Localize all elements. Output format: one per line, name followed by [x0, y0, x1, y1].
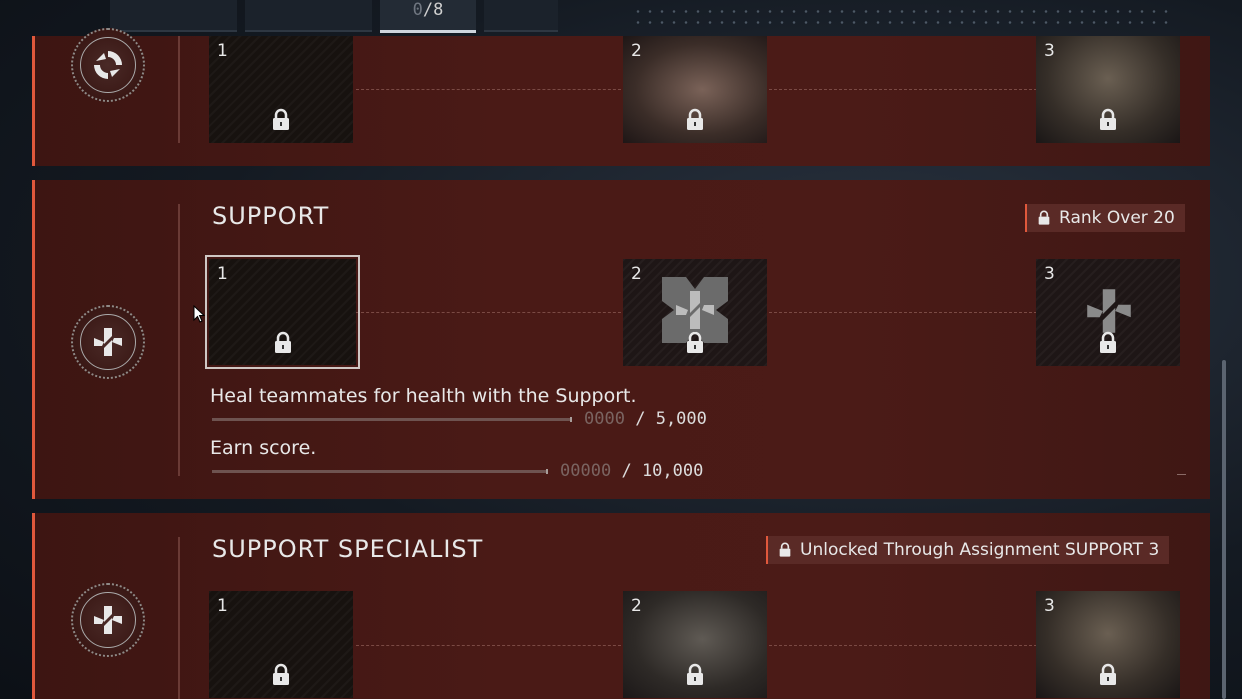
- slot-connector: [769, 89, 1037, 90]
- slot-connector: [356, 89, 626, 90]
- tab-segment-1[interactable]: [110, 0, 237, 32]
- slot-number: 2: [631, 264, 642, 284]
- reward-slot-2[interactable]: 2: [623, 591, 767, 698]
- reward-slot-2[interactable]: 2: [623, 36, 767, 143]
- reward-slot-1[interactable]: 1: [209, 591, 353, 698]
- slot-connector: [356, 645, 626, 646]
- lock-icon: [273, 663, 289, 685]
- assignment-panel-top: 1 2 3: [32, 28, 1210, 166]
- mouse-cursor-icon: [193, 305, 205, 323]
- task-description: Heal teammates for health with the Suppo…: [210, 385, 637, 407]
- lock-icon: [275, 331, 291, 353]
- tab-segment-4[interactable]: [484, 0, 558, 32]
- task-description: Earn score.: [210, 437, 317, 459]
- assignment-counter: 0/8: [380, 0, 476, 20]
- lock-icon: [687, 663, 703, 685]
- assignment-title: SUPPORT SPECIALIST: [212, 535, 484, 563]
- tab-segment-2[interactable]: [245, 0, 372, 32]
- task-progress-value: 00000 / 10,000: [560, 461, 704, 481]
- lock-icon: [1100, 331, 1116, 353]
- recon-class-badge: [71, 28, 145, 102]
- panel-divider: [178, 204, 180, 476]
- task-progress-value: 0000 / 5,000: [584, 409, 707, 429]
- reward-slot-3[interactable]: 3: [1036, 591, 1180, 698]
- slot-connector: [769, 312, 1037, 313]
- unlock-requirement-badge: Unlocked Through Assignment SUPPORT 3: [766, 536, 1170, 564]
- reward-slot-3[interactable]: 3: [1036, 259, 1180, 366]
- counter-current: 0: [412, 0, 423, 20]
- slot-connector: [769, 645, 1037, 646]
- slot-number: 3: [1044, 41, 1055, 61]
- panel-divider: [178, 537, 180, 699]
- panel-corner-mark: [1177, 474, 1186, 475]
- dot-pattern-decoration: [632, 6, 1172, 28]
- slot-number: 1: [217, 41, 228, 61]
- reward-slot-1[interactable]: 1: [205, 255, 360, 369]
- slot-number: 1: [217, 264, 228, 284]
- assignment-panel-support: SUPPORT Rank Over 20 1 2 3 Heal teammate…: [32, 180, 1210, 499]
- unlock-requirement-badge: Rank Over 20: [1025, 204, 1185, 232]
- support-class-badge: [71, 583, 145, 657]
- counter-total: /8: [422, 0, 444, 20]
- tab-segment-active[interactable]: 0/8: [380, 0, 476, 33]
- lock-icon: [273, 108, 289, 130]
- slot-connector: [356, 312, 626, 313]
- reward-slot-3[interactable]: 3: [1036, 36, 1180, 143]
- lock-icon: [1100, 108, 1116, 130]
- assignment-panel-support-specialist: SUPPORT SPECIALIST Unlocked Through Assi…: [32, 513, 1210, 699]
- task-progress-bar: [212, 469, 548, 474]
- lock-icon: [687, 108, 703, 130]
- slot-number: 3: [1044, 596, 1055, 616]
- reward-slot-2[interactable]: 2: [623, 259, 767, 366]
- slot-number: 1: [217, 596, 228, 616]
- support-class-icon: [80, 314, 136, 370]
- slot-number: 2: [631, 41, 642, 61]
- vertical-scrollbar[interactable]: [1222, 360, 1226, 699]
- lock-icon: [687, 331, 703, 353]
- reward-slot-1[interactable]: 1: [209, 36, 353, 143]
- unlock-requirement-label: Rank Over 20: [1059, 208, 1175, 228]
- top-tab-bar: 0/8: [110, 0, 558, 33]
- support-class-badge: [71, 305, 145, 379]
- support-class-icon: [80, 592, 136, 648]
- lock-icon: [1100, 663, 1116, 685]
- unlock-requirement-label: Unlocked Through Assignment SUPPORT 3: [800, 540, 1160, 560]
- lock-icon: [1038, 210, 1050, 225]
- panel-divider: [178, 36, 180, 143]
- lock-icon: [779, 542, 791, 557]
- recon-class-icon: [80, 37, 136, 93]
- assignment-title: SUPPORT: [212, 202, 330, 230]
- slot-number: 3: [1044, 264, 1055, 284]
- slot-number: 2: [631, 596, 642, 616]
- task-progress-bar: [212, 417, 572, 422]
